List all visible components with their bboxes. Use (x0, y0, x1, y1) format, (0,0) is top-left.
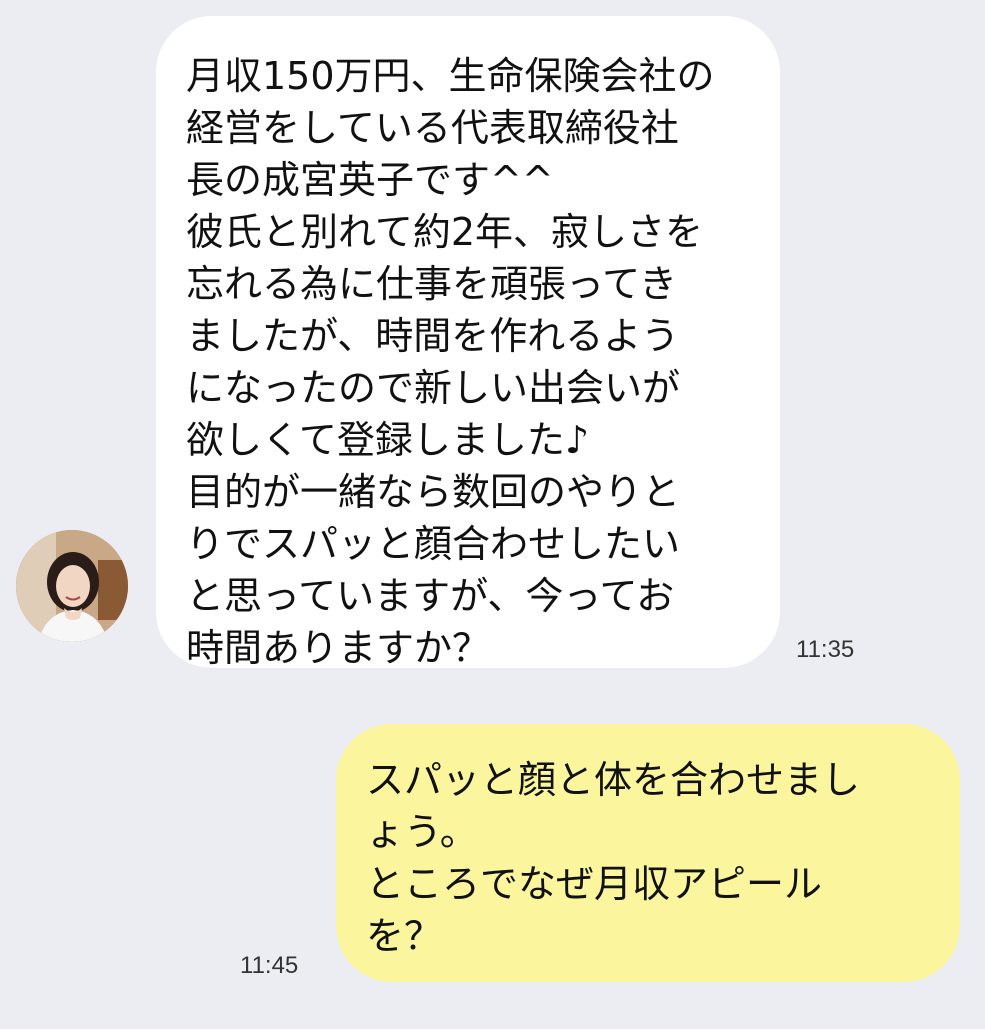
incoming-message-text: 月収150万円、生命保険会社の 経営をしている代表取締役社 長の成宮英子です^^… (186, 54, 715, 670)
outgoing-message-text: スパッと顔と体を合わせまし ょう。 ところでなぜ月収アピール を？ (366, 758, 861, 958)
avatar[interactable] (16, 530, 128, 642)
incoming-message-time: 11:35 (796, 636, 855, 663)
chat-area: 月収150万円、生命保険会社の 経営をしている代表取締役社 長の成宮英子です^^… (0, 0, 985, 1029)
outgoing-message-bubble[interactable]: スパッと顔と体を合わせまし ょう。 ところでなぜ月収アピール を？ (336, 724, 960, 982)
incoming-message-bubble[interactable]: 月収150万円、生命保険会社の 経営をしている代表取締役社 長の成宮英子です^^… (156, 16, 780, 670)
profile-photo-icon (16, 530, 128, 642)
outgoing-message-time: 11:45 (240, 952, 299, 979)
